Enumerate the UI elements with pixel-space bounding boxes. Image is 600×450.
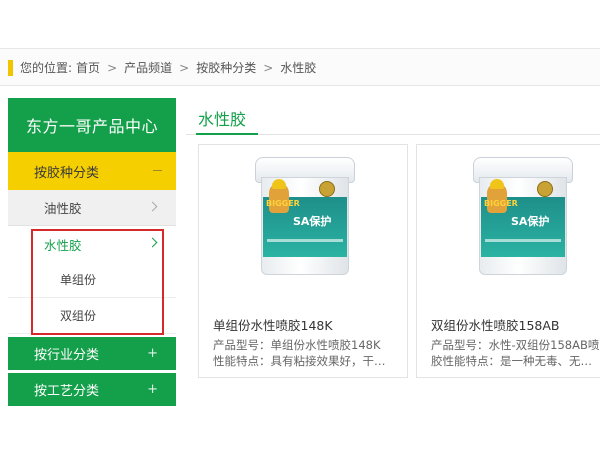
product-image[interactable]: BIGGER SA保护	[473, 157, 573, 277]
product-card[interactable]: BIGGER SA保护 单组份水性喷胶148K 产品型号：单组份水性喷胶148K…	[198, 144, 408, 378]
product-feature: 性能特点：具有粘接效果好，干…	[213, 354, 386, 368]
sidebar-item-oily-glue[interactable]: 油性胶	[8, 190, 176, 226]
chevron-right-icon	[147, 237, 158, 248]
bucket-brand-text: BIGGER	[266, 199, 300, 208]
sidebar-category-label: 按工艺分类	[34, 384, 100, 399]
page-title: 水性胶	[198, 110, 247, 129]
quality-seal-icon	[319, 181, 335, 197]
sidebar-item-label: 油性胶	[44, 201, 82, 216]
sidebar-leaf-single-component[interactable]: 单组份	[8, 262, 176, 298]
sidebar-category-industry[interactable]: 按行业分类 +	[8, 337, 176, 370]
chevron-right-icon	[147, 201, 158, 212]
sidebar-leaf-two-component[interactable]: 双组份	[8, 298, 176, 334]
product-feature: 胶性能特点：是一种无毒、无…	[431, 354, 592, 368]
bucket-product-text: SA保护	[511, 215, 550, 228]
breadcrumb-separator: >	[107, 60, 118, 75]
bucket-product-text: SA保护	[293, 215, 332, 228]
worker-helmet	[272, 179, 286, 189]
breadcrumb-glue-type-link[interactable]: 按胶种分类	[196, 59, 256, 76]
breadcrumb-separator: >	[179, 60, 190, 75]
product-model: 产品型号：水性-双组份158AB喷	[431, 338, 600, 352]
sidebar-item-label: 水性胶	[44, 237, 82, 253]
worker-helmet	[490, 179, 504, 189]
breadcrumb-current[interactable]: 水性胶	[280, 59, 316, 76]
product-card[interactable]: BIGGER SA保护 双组份水性喷胶158AB 产品型号：水性-双组份158A…	[416, 144, 600, 378]
sidebar-title: 东方一哥产品中心	[8, 98, 176, 152]
product-name[interactable]: 单组份水性喷胶148K	[213, 315, 333, 334]
top-header-area	[0, 0, 600, 48]
title-underline	[196, 133, 258, 135]
breadcrumb-product-channel-link[interactable]: 产品频道	[124, 59, 172, 76]
breadcrumb-home-link[interactable]: 首页	[76, 59, 100, 76]
expand-icon[interactable]: +	[147, 346, 158, 361]
product-image[interactable]: BIGGER SA保护	[255, 157, 355, 277]
quality-seal-icon	[537, 181, 553, 197]
bucket-brand-text: BIGGER	[484, 199, 518, 208]
sidebar-category-glue-type[interactable]: 按胶种分类	[8, 152, 176, 190]
sidebar-category-label: 按胶种分类	[34, 165, 100, 181]
collapse-icon[interactable]	[153, 170, 162, 171]
product-name[interactable]: 双组份水性喷胶158AB	[431, 315, 560, 334]
product-model: 产品型号：单组份水性喷胶148K	[213, 338, 381, 352]
breadcrumb-prefix: 您的位置:	[20, 61, 73, 75]
bucket-stripe	[267, 239, 343, 242]
sidebar: 东方一哥产品中心 按胶种分类 油性胶 水性胶 单组份 双组份 按行业分类 + 按…	[8, 98, 176, 406]
breadcrumb-marker	[8, 60, 13, 76]
sidebar-item-water-glue[interactable]: 水性胶	[8, 226, 176, 262]
breadcrumb: 您的位置: 首页 > 产品频道 > 按胶种分类 > 水性胶	[20, 59, 316, 76]
sidebar-category-process[interactable]: 按工艺分类 +	[8, 373, 176, 406]
sidebar-category-label: 按行业分类	[34, 348, 100, 363]
bucket-stripe	[485, 239, 561, 242]
expand-icon[interactable]: +	[147, 382, 158, 397]
breadcrumb-bar: 您的位置: 首页 > 产品频道 > 按胶种分类 > 水性胶	[0, 48, 600, 86]
breadcrumb-separator: >	[263, 60, 274, 75]
